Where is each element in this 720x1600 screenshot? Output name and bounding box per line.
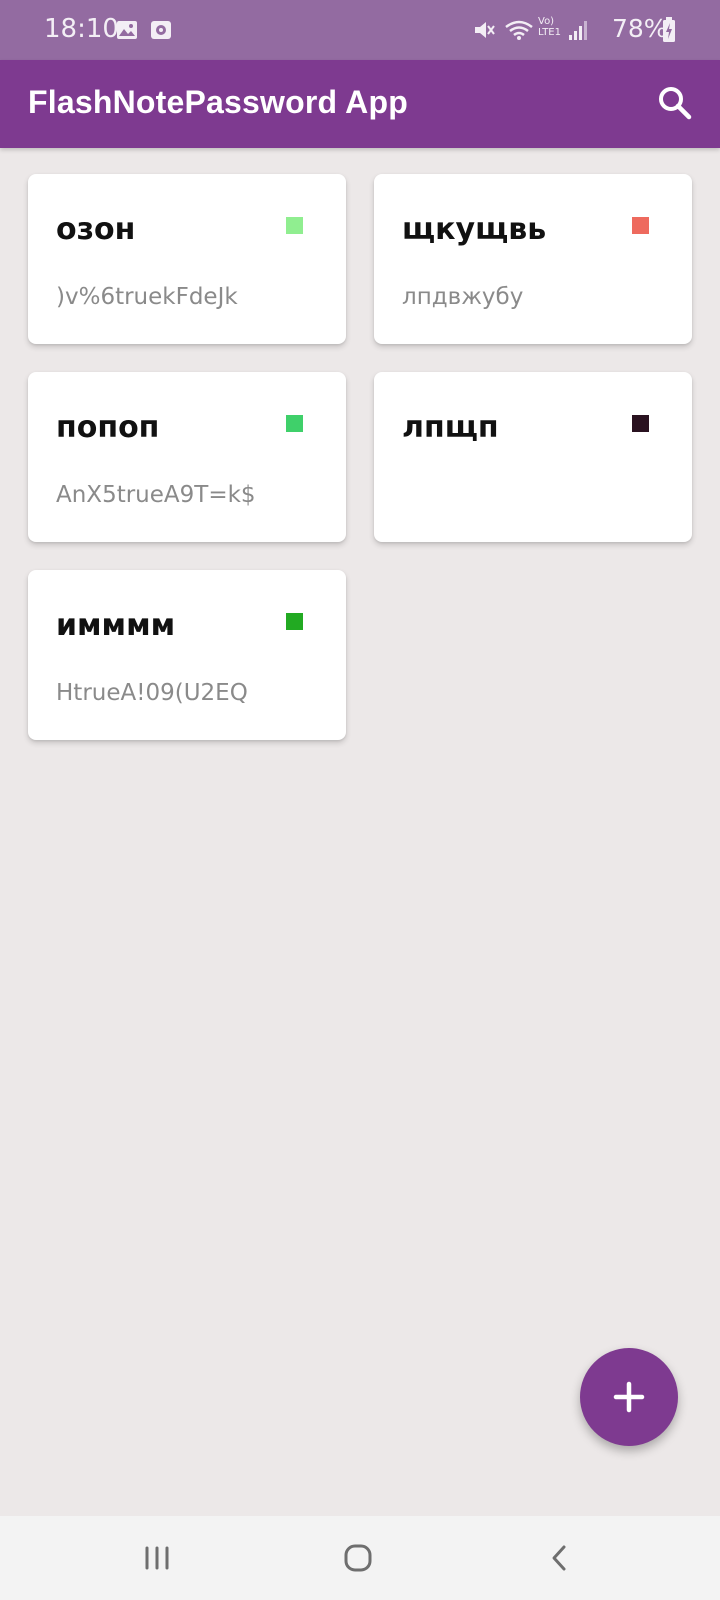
card-title: лпщп bbox=[402, 410, 499, 445]
card-title: имммм bbox=[56, 608, 176, 643]
mute-icon bbox=[475, 22, 495, 38]
password-card[interactable]: озон )v%6truekFdeJk bbox=[28, 174, 346, 344]
password-card[interactable]: имммм HtrueA!09(U2EQ bbox=[28, 570, 346, 740]
recent-apps-icon[interactable] bbox=[133, 1534, 181, 1582]
plus-icon bbox=[613, 1381, 645, 1413]
card-title: щкущвь bbox=[402, 212, 547, 247]
lte-icon: Vo) LTE1 bbox=[538, 16, 561, 38]
media-icon bbox=[151, 21, 171, 39]
wifi-icon bbox=[505, 20, 533, 40]
battery-icon bbox=[663, 17, 675, 42]
search-icon[interactable] bbox=[652, 80, 700, 128]
signal-icon bbox=[569, 21, 587, 40]
app-title: FlashNotePassword App bbox=[28, 84, 408, 120]
battery-percent: 78% bbox=[612, 14, 668, 43]
card-color-swatch bbox=[286, 415, 303, 432]
card-title: попоп bbox=[56, 410, 160, 445]
status-time: 18:10 bbox=[44, 14, 119, 44]
app-bar: FlashNotePassword App bbox=[0, 60, 720, 148]
home-icon[interactable] bbox=[334, 1534, 382, 1582]
card-password: HtrueA!09(U2EQ bbox=[56, 680, 248, 706]
image-icon bbox=[117, 21, 137, 39]
card-password: AnX5trueA9T=k$ bbox=[56, 482, 256, 508]
password-card[interactable]: попоп AnX5trueA9T=k$ bbox=[28, 372, 346, 542]
card-title: озон bbox=[56, 212, 136, 247]
card-password: лпдвжубу bbox=[402, 284, 524, 310]
card-color-swatch bbox=[286, 613, 303, 630]
card-color-swatch bbox=[632, 217, 649, 234]
system-nav-bar bbox=[0, 1516, 720, 1600]
card-color-swatch bbox=[286, 217, 303, 234]
status-bar: 18:10 Vo) LTE1 78% bbox=[0, 0, 720, 60]
card-password: )v%6truekFdeJk bbox=[56, 284, 238, 310]
add-note-button[interactable] bbox=[580, 1348, 678, 1446]
card-color-swatch bbox=[632, 415, 649, 432]
password-card[interactable]: лпщп bbox=[374, 372, 692, 542]
back-icon[interactable] bbox=[536, 1534, 584, 1582]
password-card[interactable]: щкущвь лпдвжубу bbox=[374, 174, 692, 344]
